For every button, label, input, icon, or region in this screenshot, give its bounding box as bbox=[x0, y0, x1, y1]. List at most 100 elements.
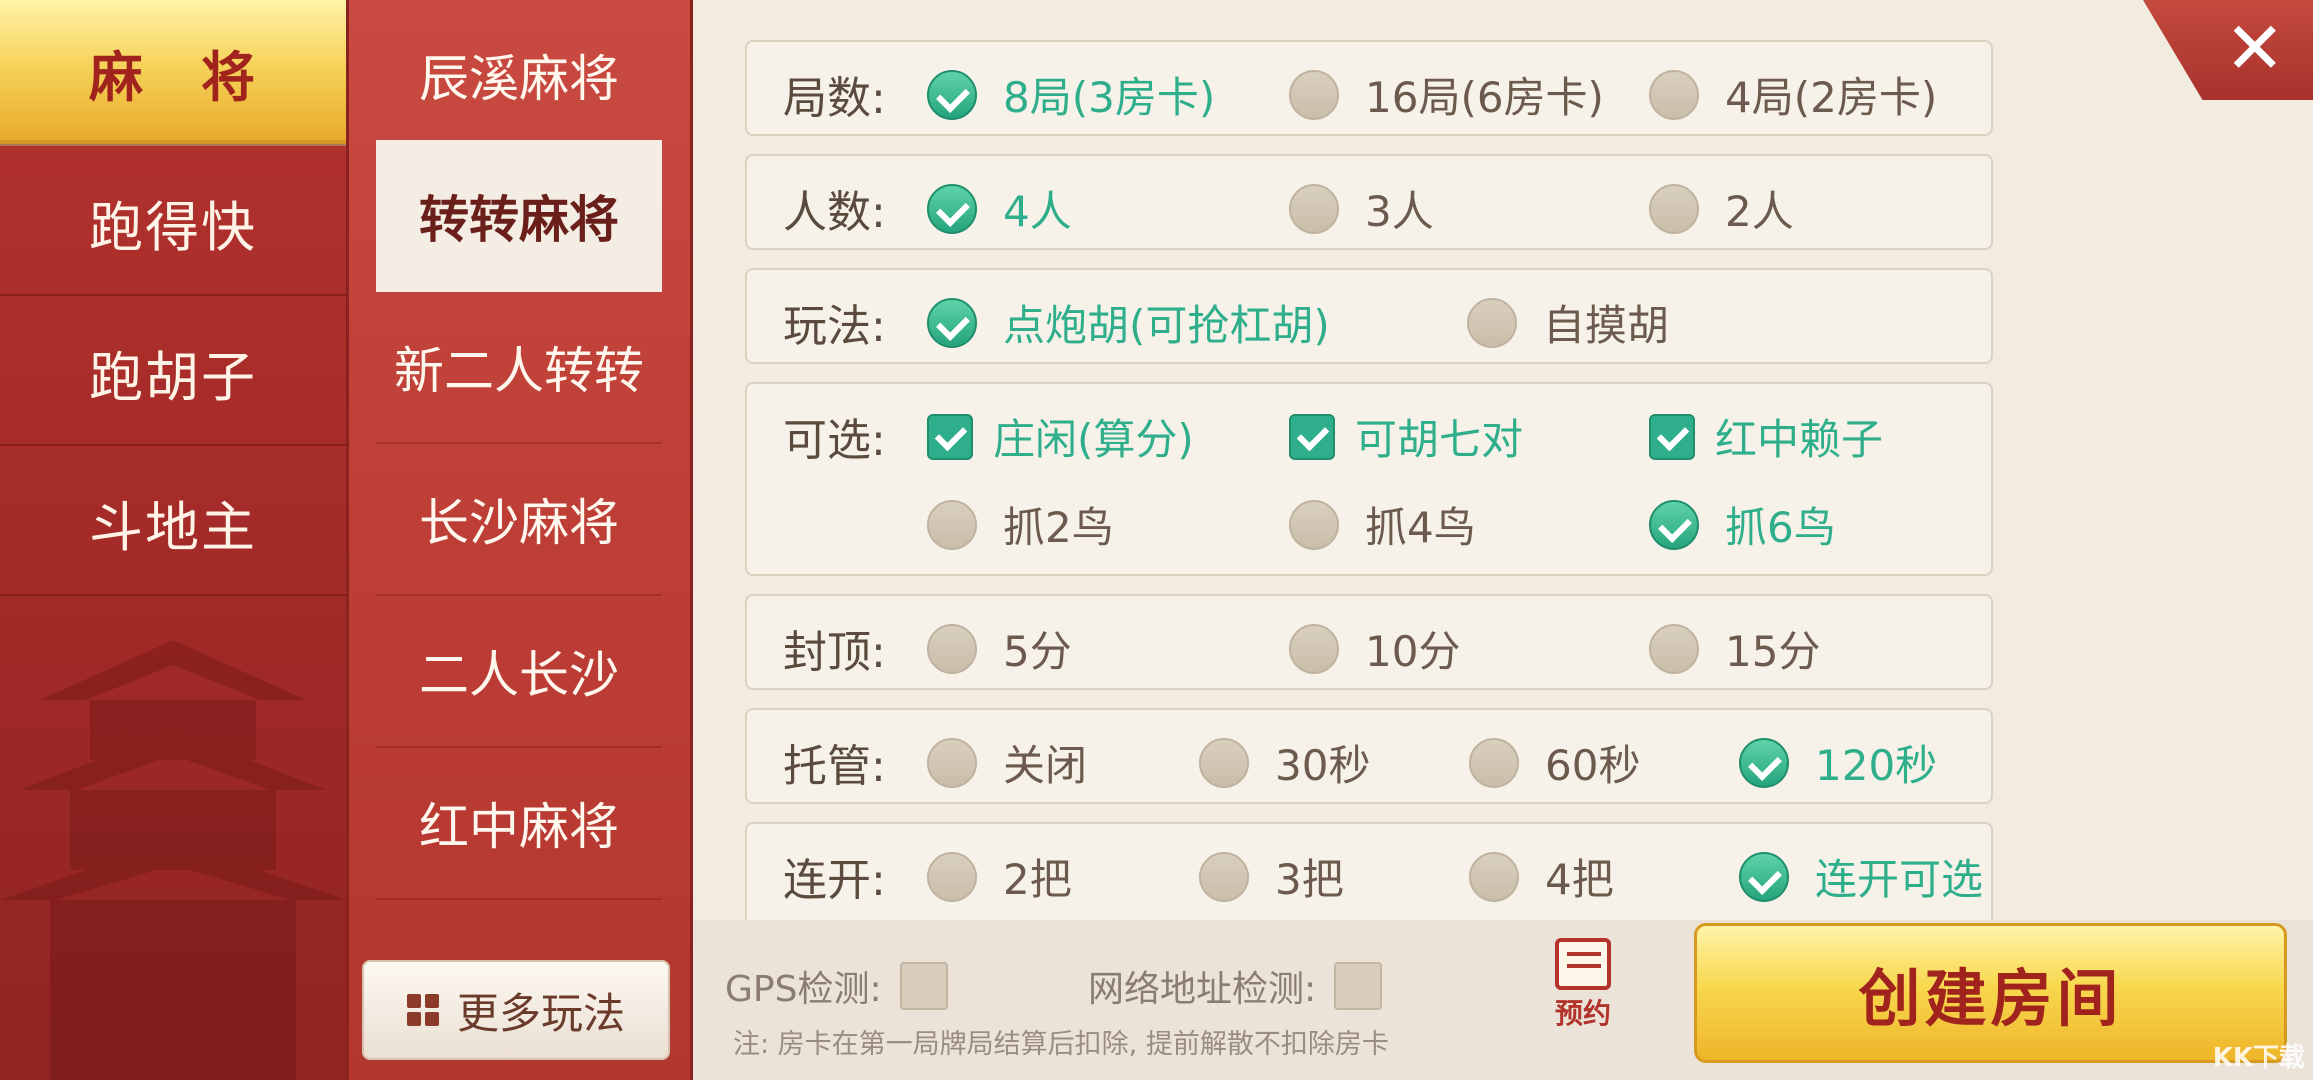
option-label: 8局(3房卡) bbox=[1003, 73, 1216, 122]
game-item-changsha[interactable]: 长沙麻将 bbox=[376, 444, 662, 596]
category-sidebar: 麻 将 跑得快 跑胡子 斗地主 bbox=[0, 0, 346, 1080]
auto-option-off[interactable]: 关闭 bbox=[927, 732, 1087, 793]
option-label: 连开可选 bbox=[1815, 855, 1984, 904]
continuous-label: 连开: bbox=[783, 855, 886, 906]
players-option-2[interactable]: 2人 bbox=[1649, 178, 1794, 239]
cap-option-15[interactable]: 15分 bbox=[1649, 618, 1820, 679]
game-item-two-player-changsha[interactable]: 二人长沙 bbox=[376, 596, 662, 748]
play-option-dianpao[interactable]: 点炮胡(可抢杠胡) bbox=[927, 292, 1330, 353]
optional-hongzhong[interactable]: 红中赖子 bbox=[1649, 406, 1883, 467]
game-item-zhuanzhuan[interactable]: 转转麻将 bbox=[376, 140, 662, 292]
radio-icon bbox=[1467, 297, 1517, 348]
gps-label: GPS检测: bbox=[725, 969, 882, 1010]
option-label: 抓4鸟 bbox=[1365, 503, 1476, 552]
radio-icon bbox=[1469, 737, 1519, 788]
continuous-row: 连开: 2把 3把 4把 连开可选 bbox=[745, 822, 1993, 920]
optional-qidui[interactable]: 可胡七对 bbox=[1289, 406, 1523, 467]
optional-row: 可选: 庄闲(算分) 可胡七对 红中赖子 抓2鸟 抓4鸟 抓6鸟 bbox=[745, 382, 1993, 576]
radio-icon bbox=[927, 851, 977, 902]
cap-label: 封顶: bbox=[783, 627, 886, 678]
option-label: 抓6鸟 bbox=[1725, 503, 1836, 552]
option-label: 抓2鸟 bbox=[1003, 503, 1114, 552]
option-label: 4把 bbox=[1545, 855, 1614, 904]
pagoda-decoration bbox=[0, 640, 346, 1080]
rounds-option-8[interactable]: 8局(3房卡) bbox=[927, 64, 1215, 125]
radio-icon bbox=[1289, 69, 1339, 120]
play-row: 玩法: 点炮胡(可抢杠胡) 自摸胡 bbox=[745, 268, 1993, 364]
option-label: 10分 bbox=[1365, 627, 1461, 676]
game-item-new-two-player[interactable]: 新二人转转 bbox=[376, 292, 662, 444]
gps-check[interactable]: GPS检测: bbox=[725, 960, 948, 1012]
radio-icon bbox=[1649, 183, 1699, 234]
rounds-option-4[interactable]: 4局(2房卡) bbox=[1649, 64, 1937, 125]
radio-checked-icon bbox=[1739, 737, 1789, 788]
settings-panel: ✕ 局数: 8局(3房卡) 16局(6房卡) 4局(2房卡) 人数: 4人 3人… bbox=[693, 0, 2313, 1080]
category-mahjong[interactable]: 麻 将 bbox=[0, 0, 346, 146]
option-label: 60秒 bbox=[1545, 741, 1641, 790]
reserve-button[interactable]: 预约 bbox=[1538, 938, 1628, 1038]
radio-icon bbox=[1199, 851, 1249, 902]
auto-label: 托管: bbox=[783, 741, 886, 792]
radio-icon bbox=[927, 737, 977, 788]
option-label: 3人 bbox=[1365, 187, 1434, 236]
category-paodekuai[interactable]: 跑得快 bbox=[0, 150, 346, 296]
option-label: 红中赖子 bbox=[1715, 415, 1884, 464]
reserve-icon bbox=[1555, 938, 1611, 990]
rounds-option-16[interactable]: 16局(6房卡) bbox=[1289, 64, 1604, 125]
more-games-button[interactable]: 更多玩法 bbox=[362, 960, 670, 1060]
cap-option-5[interactable]: 5分 bbox=[927, 618, 1072, 679]
auto-option-30[interactable]: 30秒 bbox=[1199, 732, 1370, 793]
game-item-hongzhong[interactable]: 红中麻将 bbox=[376, 748, 662, 900]
option-label: 30秒 bbox=[1275, 741, 1371, 790]
radio-checked-icon bbox=[927, 183, 977, 234]
option-label: 点炮胡(可抢杠胡) bbox=[1003, 301, 1330, 350]
category-paohuzi[interactable]: 跑胡子 bbox=[0, 300, 346, 446]
auto-option-60[interactable]: 60秒 bbox=[1469, 732, 1640, 793]
category-doudizhu[interactable]: 斗地主 bbox=[0, 450, 346, 596]
network-label: 网络地址检测: bbox=[1088, 969, 1317, 1010]
radio-checked-icon bbox=[927, 297, 977, 348]
option-label: 可胡七对 bbox=[1355, 415, 1524, 464]
option-label: 4人 bbox=[1003, 187, 1072, 236]
option-label: 15分 bbox=[1725, 627, 1821, 676]
create-room-button[interactable]: 创建房间 bbox=[1694, 923, 2287, 1063]
radio-icon bbox=[927, 499, 977, 550]
watermark: KK下载 bbox=[2212, 1043, 2305, 1073]
continuous-option-4[interactable]: 4把 bbox=[1469, 846, 1614, 907]
radio-icon bbox=[1649, 69, 1699, 120]
radio-icon bbox=[1289, 623, 1339, 674]
more-games-label: 更多玩法 bbox=[456, 988, 625, 1038]
players-option-3[interactable]: 3人 bbox=[1289, 178, 1434, 239]
optional-bird-6[interactable]: 抓6鸟 bbox=[1649, 494, 1836, 555]
grid-icon bbox=[406, 994, 439, 1026]
cap-option-10[interactable]: 10分 bbox=[1289, 618, 1460, 679]
option-label: 2把 bbox=[1003, 855, 1072, 904]
radio-checked-icon bbox=[927, 69, 977, 120]
rounds-row: 局数: 8局(3房卡) 16局(6房卡) 4局(2房卡) bbox=[745, 40, 1993, 136]
option-label: 2人 bbox=[1725, 187, 1794, 236]
continuous-option-3[interactable]: 3把 bbox=[1199, 846, 1344, 907]
continuous-option-optional[interactable]: 连开可选 bbox=[1739, 846, 1983, 907]
players-option-4[interactable]: 4人 bbox=[927, 178, 1072, 239]
radio-icon bbox=[1199, 737, 1249, 788]
option-label: 5分 bbox=[1003, 627, 1072, 676]
option-label: 120秒 bbox=[1815, 741, 1938, 790]
radio-icon bbox=[1289, 183, 1339, 234]
network-check[interactable]: 网络地址检测: bbox=[1088, 960, 1383, 1012]
option-label: 自摸胡 bbox=[1543, 301, 1670, 350]
room-card-note: 注: 房卡在第一局牌局结算后扣除, 提前解散不扣除房卡 bbox=[733, 1029, 1389, 1060]
game-item-chenxi[interactable]: 辰溪麻将 bbox=[376, 0, 662, 152]
auto-option-120[interactable]: 120秒 bbox=[1739, 732, 1937, 793]
radio-icon bbox=[1469, 851, 1519, 902]
gps-checkbox[interactable] bbox=[899, 962, 948, 1010]
close-icon[interactable]: ✕ bbox=[2225, 12, 2285, 84]
optional-bird-2[interactable]: 抓2鸟 bbox=[927, 494, 1114, 555]
network-checkbox[interactable] bbox=[1334, 962, 1383, 1010]
optional-bird-4[interactable]: 抓4鸟 bbox=[1289, 494, 1476, 555]
radio-icon bbox=[927, 623, 977, 674]
play-label: 玩法: bbox=[783, 301, 886, 352]
auto-row: 托管: 关闭 30秒 60秒 120秒 bbox=[745, 708, 1993, 804]
optional-zhuangxian[interactable]: 庄闲(算分) bbox=[927, 406, 1194, 467]
play-option-zimo[interactable]: 自摸胡 bbox=[1467, 292, 1669, 353]
continuous-option-2[interactable]: 2把 bbox=[927, 846, 1072, 907]
